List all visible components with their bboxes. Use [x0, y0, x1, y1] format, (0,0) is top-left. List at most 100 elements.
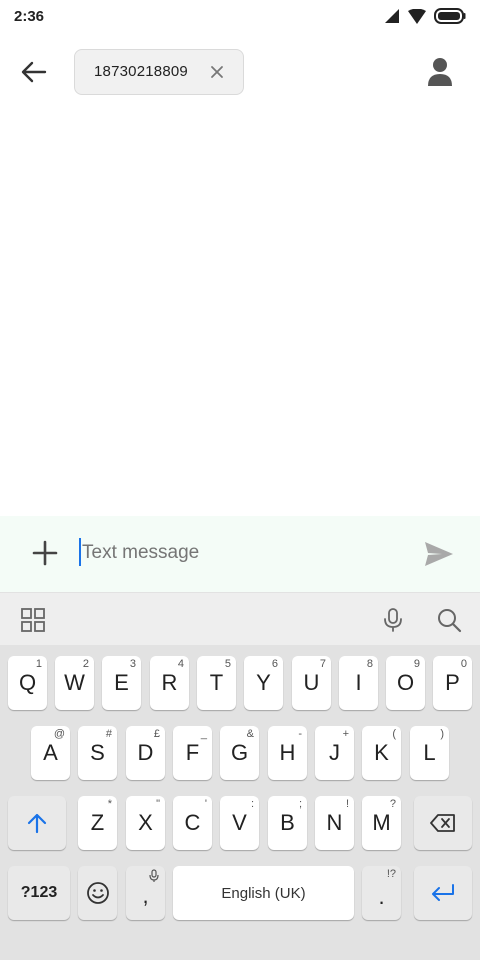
text-cursor	[79, 538, 81, 566]
microphone-icon[interactable]	[380, 607, 406, 633]
key-hint: £	[153, 728, 160, 740]
key-y[interactable]: Y6	[244, 656, 283, 710]
search-icon[interactable]	[436, 607, 462, 633]
period-key-label: .	[378, 884, 385, 909]
key-hint: +	[342, 728, 349, 740]
key-q[interactable]: Q1	[8, 656, 47, 710]
key-label: T	[209, 670, 224, 695]
enter-key[interactable]	[414, 866, 472, 920]
apps-grid-icon[interactable]	[20, 607, 46, 633]
shift-key[interactable]	[8, 796, 66, 850]
key-p[interactable]: P0	[433, 656, 472, 710]
key-g[interactable]: G &	[220, 726, 259, 780]
key-a[interactable]: A @	[31, 726, 70, 780]
back-button[interactable]	[14, 52, 54, 92]
key-hint: 1	[35, 658, 42, 670]
add-attachment-icon[interactable]	[30, 538, 60, 568]
key-n[interactable]: N!	[315, 796, 354, 850]
key-hint: "	[156, 798, 160, 810]
period-key[interactable]: . !?	[362, 866, 401, 920]
key-label: N	[326, 810, 343, 835]
key-hint: 9	[413, 658, 420, 670]
key-z[interactable]: Z *	[78, 796, 117, 850]
key-hint: !	[345, 798, 349, 810]
battery-icon	[434, 8, 466, 24]
key-v[interactable]: V:	[220, 796, 259, 850]
messaging-screen: 2:36 18730218809 Text message Q 1 W 2 E …	[0, 0, 480, 960]
key-hint: 6	[271, 658, 278, 670]
symbols-key-label: ?123	[20, 884, 58, 901]
key-label: S	[90, 740, 105, 765]
key-label: I	[355, 670, 362, 695]
key-c[interactable]: C '	[173, 796, 212, 850]
comma-key-label: ,	[142, 883, 149, 908]
key-i[interactable]: I8	[339, 656, 378, 710]
message-input[interactable]	[82, 539, 402, 567]
key-label: P	[445, 670, 460, 695]
key-o[interactable]: O9	[386, 656, 425, 710]
recipient-chip[interactable]: 18730218809	[74, 49, 244, 95]
key-hint: 0	[460, 658, 467, 670]
key-label: X	[138, 810, 153, 835]
shift-arrow-icon	[27, 813, 47, 834]
key-w[interactable]: W2	[55, 656, 94, 710]
comma-key[interactable]: ,	[126, 866, 165, 920]
period-key-hint: !?	[386, 868, 396, 880]
key-m[interactable]: M?	[362, 796, 401, 850]
key-j[interactable]: J +	[315, 726, 354, 780]
key-label: Y	[256, 670, 271, 695]
key-f[interactable]: F _	[173, 726, 212, 780]
key-label: K	[374, 740, 389, 765]
contact-icon[interactable]	[426, 56, 454, 88]
key-label: B	[280, 810, 295, 835]
key-hint: 3	[129, 658, 136, 670]
key-label: D	[137, 740, 154, 765]
key-l[interactable]: L)	[410, 726, 449, 780]
key-hint: _	[200, 728, 207, 740]
key-x[interactable]: X "	[126, 796, 165, 850]
key-h[interactable]: H-	[268, 726, 307, 780]
key-hint: 5	[224, 658, 231, 670]
emoji-key[interactable]	[78, 866, 117, 920]
backspace-key[interactable]	[414, 796, 472, 850]
send-icon[interactable]	[424, 540, 454, 568]
key-hint: 8	[366, 658, 373, 670]
compose-bar	[0, 516, 480, 592]
enter-icon	[432, 884, 454, 901]
key-label: Q	[18, 670, 37, 695]
key-label: V	[232, 810, 247, 835]
key-hint: ?	[389, 798, 396, 810]
cellular-signal-icon	[385, 9, 399, 23]
key-s[interactable]: S #	[78, 726, 117, 780]
emoji-icon	[86, 882, 109, 904]
recipient-number: 18730218809	[94, 63, 188, 80]
key-hint: @	[53, 728, 65, 740]
key-hint: '	[204, 798, 207, 810]
key-label: H	[279, 740, 296, 765]
key-d[interactable]: D £	[126, 726, 165, 780]
voice-input-icon	[149, 869, 159, 882]
key-hint: 4	[177, 658, 184, 670]
key-label: F	[185, 740, 200, 765]
key-hint: 7	[319, 658, 326, 670]
space-key[interactable]: English (UK)	[173, 866, 354, 920]
key-label: E	[114, 670, 129, 695]
key-hint: #	[105, 728, 112, 740]
key-e[interactable]: E3	[102, 656, 141, 710]
key-b[interactable]: B;	[268, 796, 307, 850]
key-r[interactable]: R4	[150, 656, 189, 710]
status-time: 2:36	[14, 8, 45, 25]
key-label: J	[329, 740, 340, 765]
key-hint: *	[107, 798, 112, 810]
space-key-label: English (UK)	[221, 884, 306, 902]
key-hint: :	[250, 798, 254, 810]
key-u[interactable]: U7	[292, 656, 331, 710]
key-hint: ;	[298, 798, 302, 810]
key-hint: -	[298, 728, 302, 740]
symbols-key[interactable]: ?123	[8, 866, 70, 920]
key-label: O	[396, 670, 415, 695]
remove-recipient-icon[interactable]	[209, 64, 225, 80]
key-k[interactable]: K(	[362, 726, 401, 780]
key-t[interactable]: T5	[197, 656, 236, 710]
backspace-icon	[430, 814, 455, 832]
